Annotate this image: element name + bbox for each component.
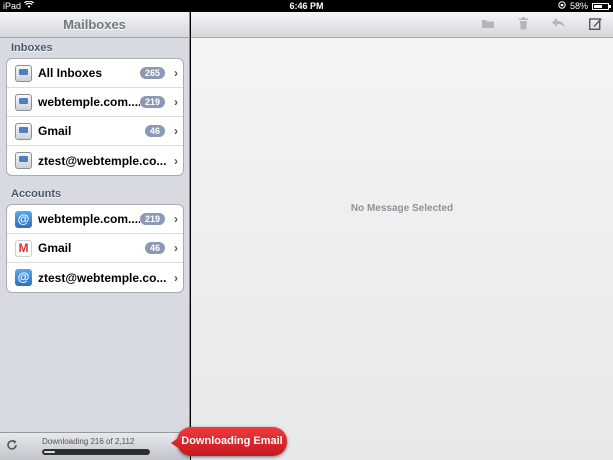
section-header-inboxes: Inboxes (11, 42, 53, 54)
chevron-right-icon: › (174, 212, 178, 226)
row-label: All Inboxes (38, 66, 103, 80)
clock: 6:46 PM (289, 1, 324, 11)
inbox-icon (15, 93, 32, 111)
unread-count-badge: 219 (139, 213, 165, 225)
unread-count-badge: 46 (144, 125, 165, 137)
inbox-icon (15, 64, 32, 82)
account-row-webtemple[interactable]: @ webtemple.com.... 219 › (7, 205, 183, 234)
row-label: webtemple.com.... (38, 95, 140, 109)
chevron-right-icon: › (174, 270, 178, 285)
compose-icon[interactable] (588, 17, 602, 33)
row-label: webtemple.com.... (38, 212, 140, 226)
account-row-ztest[interactable]: @ ztest@webtemple.co... › (7, 263, 183, 292)
chevron-right-icon: › (174, 153, 178, 168)
move-folder-icon[interactable] (481, 17, 495, 32)
inbox-row-webtemple[interactable]: webtemple.com.... 219 › (7, 88, 183, 117)
trash-icon[interactable] (518, 17, 529, 33)
unread-count-badge: 219 (139, 96, 165, 108)
downloading-email-callout: Downloading Email (171, 427, 287, 456)
account-row-gmail[interactable]: M Gmail 46 › (7, 234, 183, 263)
row-label: Gmail (38, 124, 72, 138)
sidebar-bottom-toolbar: Downloading 216 of 2,112 (0, 432, 190, 460)
chevron-right-icon: › (174, 124, 178, 138)
inbox-row-ztest[interactable]: ztest@webtemple.co... › (7, 146, 183, 175)
inbox-icon (15, 152, 32, 169)
section-header-accounts: Accounts (11, 188, 62, 200)
status-bar: iPad 6:46 PM 58% (0, 0, 613, 12)
row-label: ztest@webtemple.co... (38, 270, 167, 285)
mailboxes-sidebar: Mailboxes Inboxes All Inboxes 265 › webt… (0, 12, 190, 460)
sidebar-nav-bar: Mailboxes (0, 12, 189, 38)
message-toolbar (191, 12, 613, 38)
battery-percent: 58% (569, 1, 588, 11)
unread-count-badge: 46 (144, 242, 165, 254)
at-icon: @ (15, 269, 32, 286)
row-label: ztest@webtemple.co... (38, 153, 167, 168)
chevron-right-icon: › (174, 95, 178, 109)
download-progress-bar (42, 449, 150, 455)
download-status-text: Downloading 216 of 2,112 (42, 437, 135, 446)
reply-icon[interactable] (551, 17, 566, 32)
accounts-group: @ webtemple.com.... 219 › M Gmail 46 › @… (6, 204, 184, 293)
row-label: Gmail (38, 241, 72, 255)
unread-count-badge: 265 (139, 67, 165, 79)
inboxes-group: All Inboxes 265 › webtemple.com.... 219 … (6, 58, 184, 176)
no-message-selected-text: No Message Selected (350, 203, 454, 214)
inbox-row-all-inboxes[interactable]: All Inboxes 265 › (7, 59, 183, 88)
chevron-right-icon: › (174, 241, 178, 255)
message-detail-pane: No Message Selected (191, 12, 613, 460)
refresh-icon[interactable] (6, 438, 18, 454)
chevron-right-icon: › (174, 66, 178, 80)
lock-rotation-icon (558, 0, 566, 12)
at-icon: @ (15, 210, 32, 228)
inbox-icon (15, 122, 32, 140)
gmail-icon: M (15, 239, 32, 257)
sidebar-title: Mailboxes (63, 17, 126, 32)
inbox-row-gmail[interactable]: Gmail 46 › (7, 117, 183, 146)
battery-icon (592, 2, 611, 10)
